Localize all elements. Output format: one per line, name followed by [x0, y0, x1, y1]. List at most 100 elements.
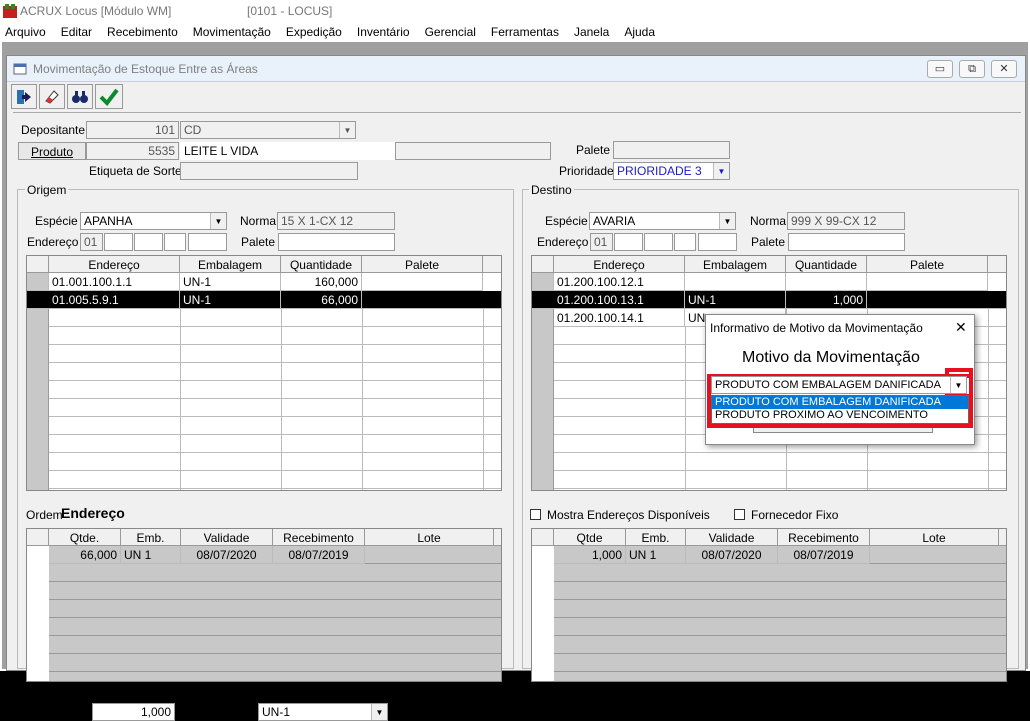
- cell-validade[interactable]: 08/07/2020: [181, 546, 273, 564]
- confirm-button[interactable]: [95, 84, 123, 109]
- menu-ferramentas[interactable]: Ferramentas: [491, 22, 566, 42]
- col-qtde[interactable]: Qtde.: [49, 529, 121, 546]
- chevron-down-icon[interactable]: ▼: [210, 213, 226, 229]
- cell-quantidade[interactable]: 66,000: [281, 291, 362, 309]
- col-palete[interactable]: Palete: [867, 256, 988, 273]
- cell-endereco[interactable]: 01.200.100.12.1: [554, 273, 685, 291]
- col-recebimento[interactable]: Recebimento: [778, 529, 870, 546]
- chevron-down-icon[interactable]: ▼: [719, 213, 735, 229]
- menu-recebimento[interactable]: Recebimento: [107, 22, 185, 42]
- cell-endereco[interactable]: 01.001.100.1.1: [49, 273, 180, 291]
- cell-recebimento[interactable]: 08/07/2019: [778, 546, 870, 564]
- palete-field[interactable]: [613, 141, 730, 159]
- origem-palete-field[interactable]: [278, 233, 395, 251]
- mostra-enderecos-checkbox[interactable]: [530, 509, 541, 520]
- cell-recebimento[interactable]: 08/07/2019: [273, 546, 365, 564]
- cell-endereco[interactable]: 01.005.5.9.1: [49, 291, 180, 309]
- cell-embalagem[interactable]: [685, 273, 786, 291]
- origem-especie-select[interactable]: APANHA ▼: [80, 212, 227, 230]
- cell-emb[interactable]: UN 1: [121, 546, 181, 564]
- destino-especie-value: AVARIA: [593, 214, 636, 228]
- origem-norma-label: Norma: [240, 214, 277, 228]
- destino-especie-select[interactable]: AVARIA ▼: [589, 212, 736, 230]
- origem-endereco-part2[interactable]: [104, 233, 133, 251]
- col-recebimento[interactable]: Recebimento: [273, 529, 365, 546]
- produto-button[interactable]: Produto: [18, 142, 86, 160]
- dialog-close-button[interactable]: ✕: [955, 319, 967, 336]
- origem-endereco-part3[interactable]: [134, 233, 163, 251]
- chevron-down-icon[interactable]: ▼: [339, 122, 355, 138]
- col-lote[interactable]: Lote: [870, 529, 999, 546]
- origem-endereco-part4[interactable]: [164, 233, 186, 251]
- etiqueta-field[interactable]: [180, 162, 358, 180]
- col-embalagem[interactable]: Embalagem: [685, 256, 786, 273]
- col-quantidade[interactable]: Quantidade: [281, 256, 362, 273]
- produto-name-field[interactable]: LEITE L VIDA: [180, 142, 395, 160]
- embalagem-select[interactable]: UN-1 ▼: [258, 703, 388, 721]
- cell-emb[interactable]: UN 1: [626, 546, 686, 564]
- cell-endereco[interactable]: 01.200.100.13.1: [554, 291, 685, 309]
- motivo-option[interactable]: PRODUTO PROXIMO AO VENCOIMENTO: [712, 409, 968, 422]
- cell-quantidade[interactable]: 160,000: [281, 273, 362, 291]
- col-embalagem[interactable]: Embalagem: [180, 256, 281, 273]
- menu-arquivo[interactable]: Arquivo: [5, 22, 53, 42]
- search-button[interactable]: [67, 84, 93, 109]
- menu-ajuda[interactable]: Ajuda: [624, 22, 662, 42]
- menu-bar: Arquivo Editar Recebimento Movimentação …: [0, 22, 1030, 42]
- col-endereco[interactable]: Endereço: [49, 256, 180, 273]
- cell-qtde[interactable]: 66,000: [49, 546, 121, 564]
- cell-endereco[interactable]: 01.200.100.14.1: [554, 309, 685, 327]
- chevron-down-icon[interactable]: ▼: [713, 163, 729, 179]
- menu-inventario[interactable]: Inventário: [357, 22, 417, 42]
- cell-embalagem[interactable]: UN-1: [685, 291, 786, 309]
- chevron-down-icon[interactable]: ▼: [371, 704, 387, 720]
- destino-palete-field[interactable]: [788, 233, 905, 251]
- quantidade-field[interactable]: 1,000: [92, 703, 175, 721]
- motivo-select[interactable]: PRODUTO COM EMBALAGEM DANIFICADA ▼: [711, 376, 967, 394]
- fornecedor-fixo-checkbox[interactable]: [734, 509, 745, 520]
- produto-code-field[interactable]: 5535: [86, 142, 179, 160]
- menu-editar[interactable]: Editar: [61, 22, 99, 42]
- col-palete[interactable]: Palete: [362, 256, 483, 273]
- chevron-down-icon[interactable]: ▼: [950, 377, 966, 393]
- cell-quantidade[interactable]: [786, 273, 867, 291]
- menu-gerencial[interactable]: Gerencial: [425, 22, 483, 42]
- col-divider: [483, 309, 484, 490]
- menu-movimentacao[interactable]: Movimentação: [193, 22, 278, 42]
- destino-endereco-part3[interactable]: [644, 233, 673, 251]
- depositante-select[interactable]: CD ▼: [180, 121, 356, 139]
- cell-validade[interactable]: 08/07/2020: [686, 546, 778, 564]
- depositante-code-field[interactable]: 101: [86, 121, 179, 139]
- cell-palete[interactable]: [362, 273, 483, 291]
- cell-embalagem[interactable]: UN-1: [180, 291, 281, 309]
- col-validade[interactable]: Validade: [686, 529, 778, 546]
- exit-button[interactable]: [11, 84, 37, 109]
- prioridade-select[interactable]: PRIORIDADE 3 ▼: [613, 162, 730, 180]
- col-emb[interactable]: Emb.: [121, 529, 181, 546]
- col-quantidade[interactable]: Quantidade: [786, 256, 867, 273]
- cell-qtde[interactable]: 1,000: [554, 546, 626, 564]
- origem-endereco-prefix[interactable]: 01: [80, 233, 103, 251]
- origem-endereco-part5[interactable]: [188, 233, 227, 251]
- col-qtde[interactable]: Qtde: [554, 529, 626, 546]
- clear-button[interactable]: [39, 84, 65, 109]
- col-emb[interactable]: Emb.: [626, 529, 686, 546]
- col-validade[interactable]: Validade: [181, 529, 273, 546]
- destino-endereco-part2[interactable]: [614, 233, 643, 251]
- motivo-option[interactable]: PRODUTO COM EMBALAGEM DANIFICADA: [712, 396, 968, 409]
- col-lote[interactable]: Lote: [365, 529, 494, 546]
- cell-quantidade[interactable]: 1,000: [786, 291, 867, 309]
- restore-button[interactable]: ⧉: [959, 60, 985, 78]
- destino-endereco-part5[interactable]: [698, 233, 737, 251]
- mostra-enderecos-label: Mostra Endereços Disponíveis: [547, 508, 710, 522]
- menu-janela[interactable]: Janela: [574, 22, 616, 42]
- minimize-button[interactable]: ▭: [927, 60, 953, 78]
- col-endereco[interactable]: Endereço: [554, 256, 685, 273]
- cell-palete[interactable]: [867, 273, 988, 291]
- menu-expedicao[interactable]: Expedição: [286, 22, 349, 42]
- destino-endereco-prefix[interactable]: 01: [590, 233, 613, 251]
- close-window-button[interactable]: ✕: [991, 60, 1017, 78]
- destino-endereco-part4[interactable]: [674, 233, 696, 251]
- cell-embalagem[interactable]: UN-1: [180, 273, 281, 291]
- destino-lower-grid: Qtde Emb. Validade Recebimento Lote 1,00…: [531, 528, 1007, 682]
